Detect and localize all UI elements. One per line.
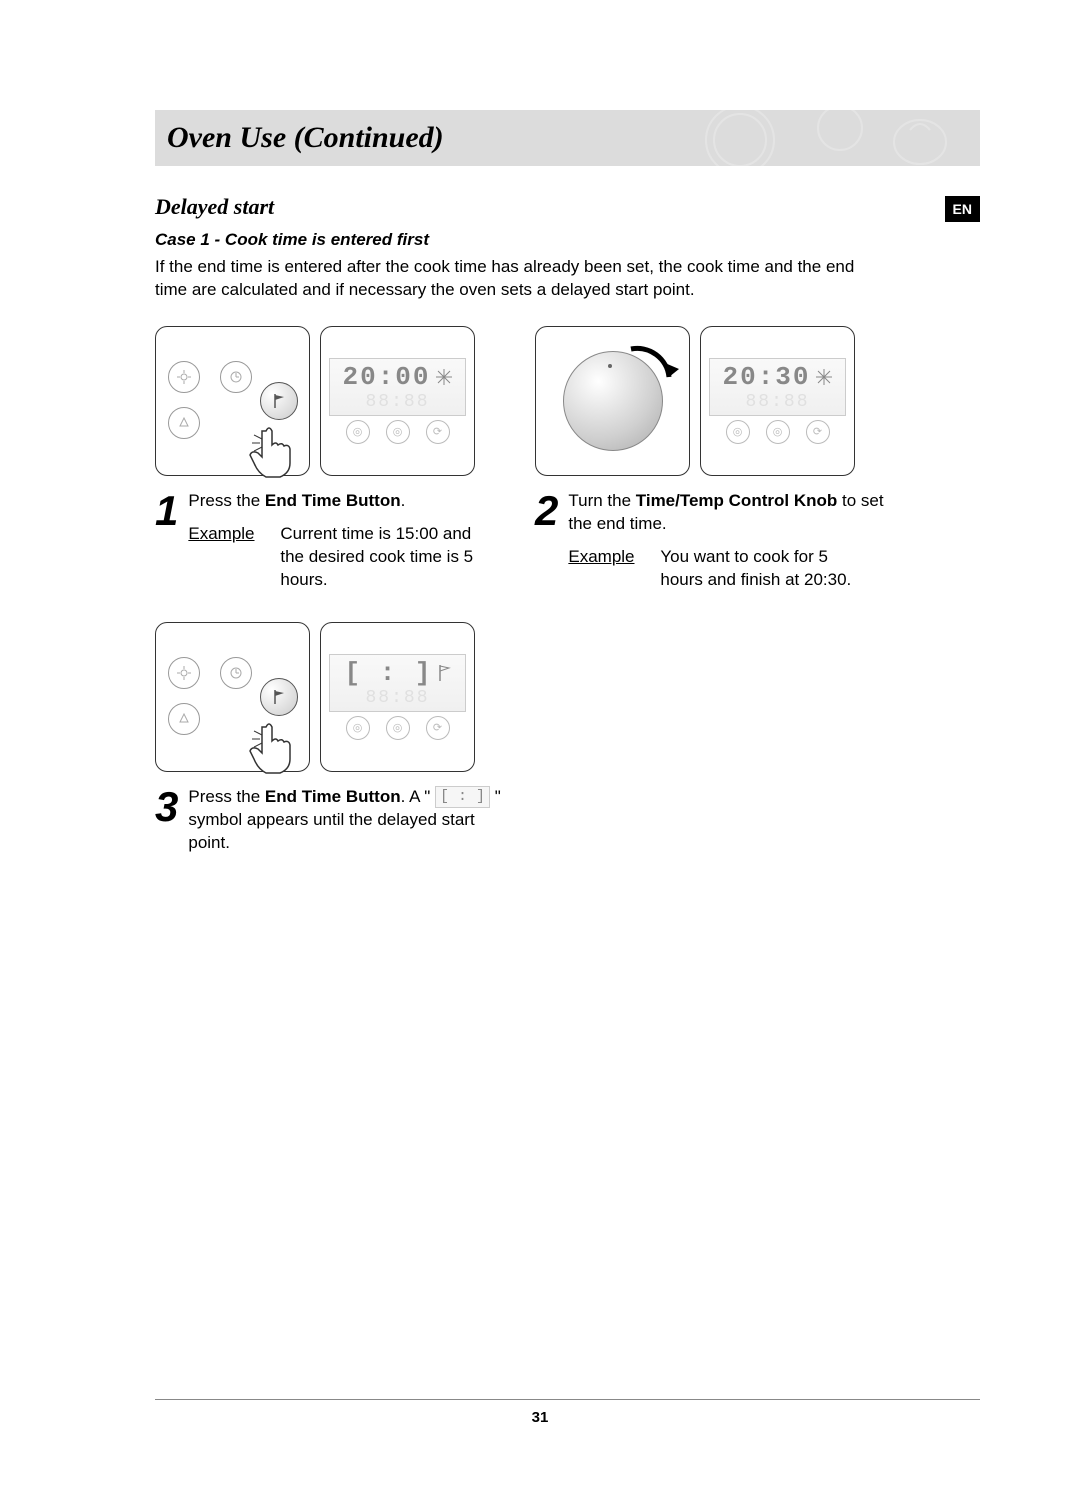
end-time-button[interactable] — [260, 382, 298, 420]
step-number: 1 — [155, 490, 178, 592]
alarm-icon — [168, 703, 200, 735]
example-label: Example — [188, 523, 264, 592]
step-text: Turn the Time/Temp Control Knob to set t… — [568, 490, 885, 592]
alarm-icon — [168, 407, 200, 439]
display-ghost: 88:88 — [745, 392, 809, 412]
mini-btn-icon: ⟳ — [426, 716, 450, 740]
section-heading: Delayed start — [155, 194, 980, 220]
hand-press-icon — [248, 425, 294, 481]
light-icon — [168, 361, 200, 393]
mini-btn-icon: ◎ — [386, 420, 410, 444]
mini-btn-icon: ◎ — [726, 420, 750, 444]
control-panel — [155, 326, 310, 476]
step1: 1 Press the End Time Button. Example Cur… — [155, 490, 505, 592]
auto-symbol-icon — [815, 368, 833, 386]
mini-btn-icon: ◎ — [386, 716, 410, 740]
display-panel: 20:30 88:88 ◎ ◎ ⟳ — [700, 326, 855, 476]
example-text: Current time is 15:00 and the desired co… — [280, 523, 480, 592]
example-text: You want to cook for 5 hours and finish … — [660, 546, 860, 592]
step-text: Press the End Time Button. A " [ : ] " s… — [188, 786, 505, 855]
step-number: 2 — [535, 490, 558, 592]
end-time-button[interactable] — [260, 678, 298, 716]
step3-column: [ : ] 88:88 ◎ ◎ ⟳ 3 Press the End Time B — [155, 622, 505, 855]
mini-btn-icon: ◎ — [346, 716, 370, 740]
banner-decoration — [680, 110, 980, 166]
page-number: 31 — [0, 1409, 1080, 1426]
page-title: Oven Use (Continued) — [167, 121, 444, 155]
display-panel: [ : ] 88:88 ◎ ◎ ⟳ — [320, 622, 475, 772]
rotate-arrow-icon — [619, 337, 679, 397]
case-heading: Case 1 - Cook time is entered first — [155, 230, 980, 250]
clock-icon — [220, 361, 252, 393]
clock-icon — [220, 657, 252, 689]
steps-row-1: 20:00 88:88 ◎ ◎ ⟳ 1 Press the End Time B… — [155, 326, 980, 592]
intro-text: If the end time is entered after the coo… — [155, 256, 855, 302]
steps-row-2: [ : ] 88:88 ◎ ◎ ⟳ 3 Press the End Time B — [155, 622, 980, 855]
display-value: [ : ] — [344, 658, 450, 688]
language-tab: EN — [945, 196, 980, 222]
display-value: 20:30 — [722, 362, 832, 392]
title-banner: Oven Use (Continued) — [155, 110, 980, 166]
inline-display-symbol: [ : ] — [435, 786, 490, 808]
example-label: Example — [568, 546, 644, 592]
display-value: 20:00 — [342, 362, 452, 392]
hand-press-icon — [248, 721, 294, 777]
footer-rule — [155, 1399, 980, 1400]
mini-btn-icon: ◎ — [346, 420, 370, 444]
step1-column: 20:00 88:88 ◎ ◎ ⟳ 1 Press the End Time B… — [155, 326, 505, 592]
display-ghost: 88:88 — [365, 688, 429, 708]
step2-panels: 20:30 88:88 ◎ ◎ ⟳ — [535, 326, 885, 476]
auto-symbol-icon — [435, 368, 453, 386]
display-panel: 20:00 88:88 ◎ ◎ ⟳ — [320, 326, 475, 476]
mini-btn-icon: ◎ — [766, 420, 790, 444]
step1-panels: 20:00 88:88 ◎ ◎ ⟳ — [155, 326, 505, 476]
step2: 2 Turn the Time/Temp Control Knob to set… — [535, 490, 885, 592]
step-number: 3 — [155, 786, 178, 855]
end-flag-icon — [437, 664, 451, 682]
light-icon — [168, 657, 200, 689]
step3-panels: [ : ] 88:88 ◎ ◎ ⟳ — [155, 622, 505, 772]
step-text: Press the End Time Button. Example Curre… — [188, 490, 505, 592]
mini-btn-icon: ⟳ — [426, 420, 450, 444]
knob-panel — [535, 326, 690, 476]
control-panel — [155, 622, 310, 772]
display-ghost: 88:88 — [365, 392, 429, 412]
step3: 3 Press the End Time Button. A " [ : ] "… — [155, 786, 505, 855]
step2-column: 20:30 88:88 ◎ ◎ ⟳ 2 Turn the Time/Temp C… — [535, 326, 885, 592]
mini-btn-icon: ⟳ — [806, 420, 830, 444]
